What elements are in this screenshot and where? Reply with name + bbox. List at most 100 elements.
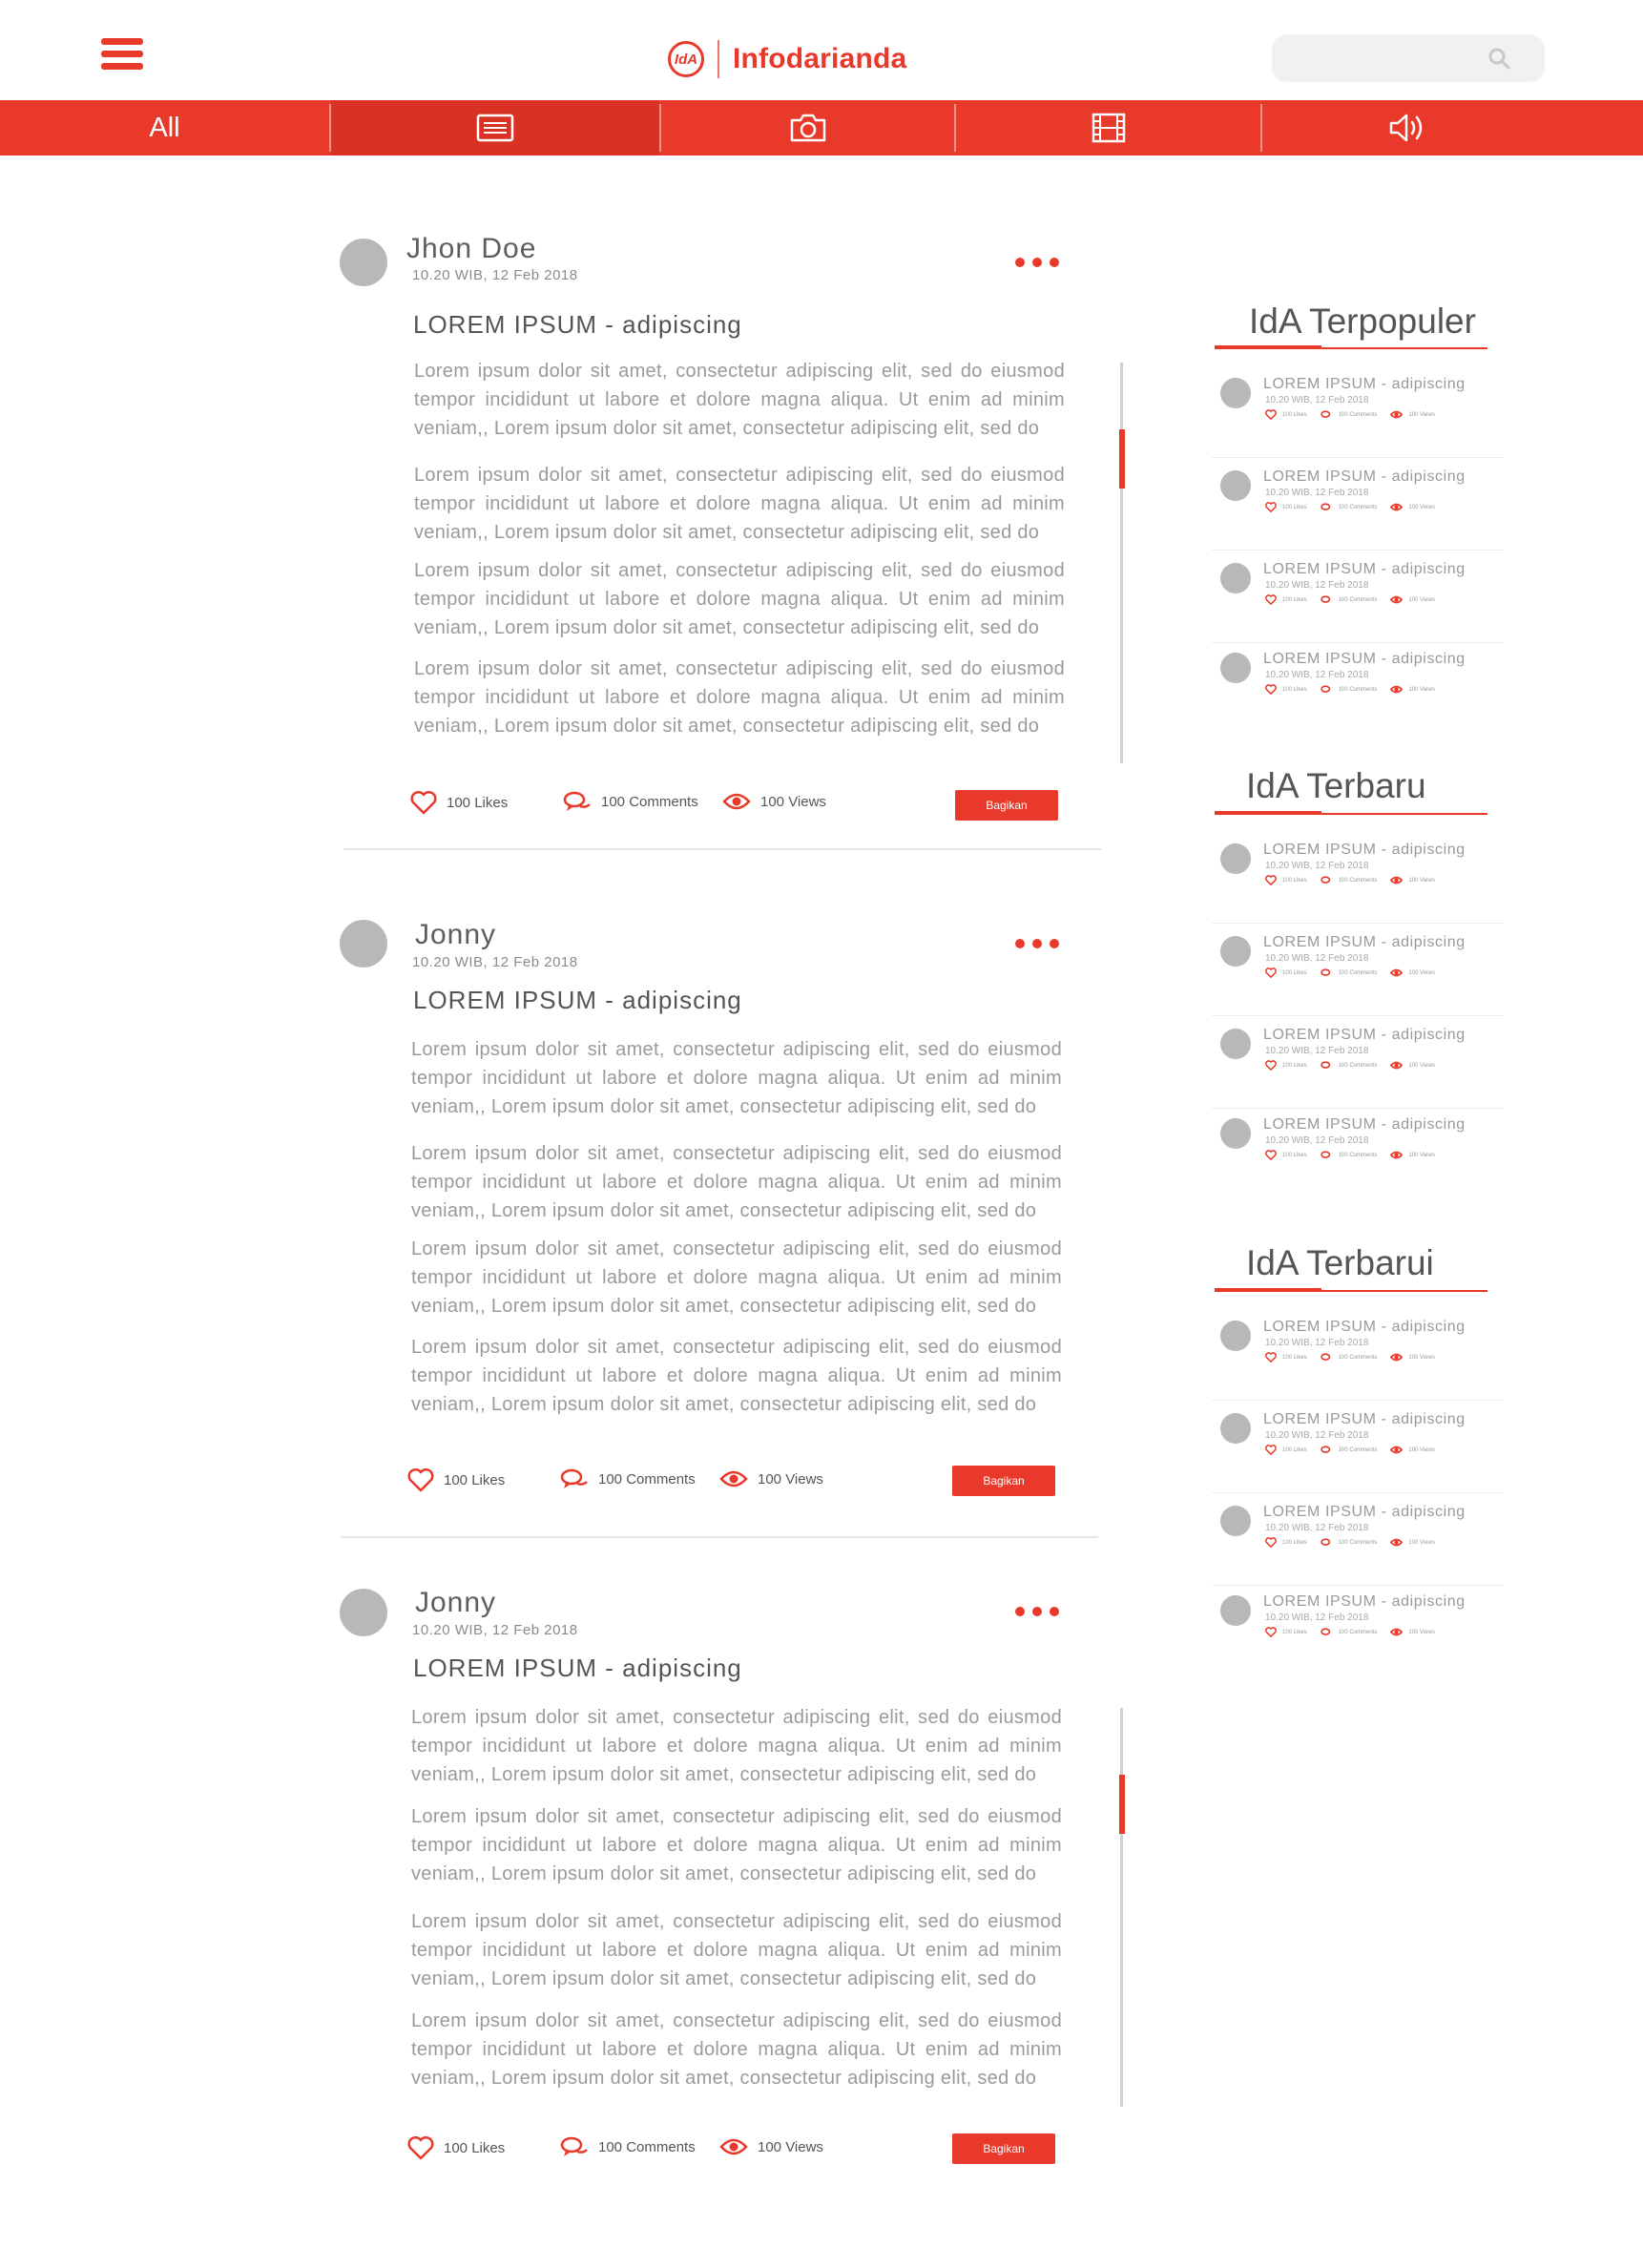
sidebar-item-title: LOREM IPSUM - adipiscing	[1263, 1319, 1466, 1335]
sidebar-item-title: LOREM IPSUM - adipiscing	[1263, 561, 1466, 577]
post-paragraph: Lorem ipsum dolor sit amet, consectetur …	[414, 361, 1065, 439]
comments-stat[interactable]: 100 Comments	[560, 2135, 696, 2158]
heading-underline-accent	[1215, 1288, 1321, 1292]
post-title[interactable]: LOREM IPSUM - adipiscing	[413, 1654, 742, 1683]
sidebar-item-time: 10.20 WIB, 12 Feb 2018	[1265, 488, 1369, 498]
tab-all[interactable]: All	[0, 100, 329, 156]
avatar[interactable]	[340, 1589, 387, 1636]
post-author[interactable]: Jonny	[415, 1587, 496, 1619]
comments-stat[interactable]: 100 Comments	[563, 790, 698, 813]
sidebar-item[interactable]: LOREM IPSUM - adipiscing 10.20 WIB, 12 F…	[1212, 551, 1504, 643]
avatar	[1220, 470, 1251, 501]
sidebar-item-divider	[1212, 550, 1504, 551]
avatar[interactable]	[340, 920, 387, 968]
post-paragraph: Lorem ipsum dolor sit amet, consectetur …	[411, 1806, 1062, 1884]
post-time: 10.20 WIB, 12 Feb 2018	[412, 954, 578, 970]
comment-icon	[1320, 1150, 1330, 1158]
search-input[interactable]	[1272, 34, 1545, 82]
sidebar-item[interactable]: LOREM IPSUM - adipiscing 10.20 WIB, 12 F…	[1212, 925, 1504, 1016]
likes-stat[interactable]: 100 Likes	[410, 790, 508, 815]
sidebar-item-time: 10.20 WIB, 12 Feb 2018	[1265, 1430, 1369, 1441]
avatar	[1220, 1118, 1251, 1149]
sidebar-likes: 100 Likes	[1282, 1629, 1307, 1635]
sidebar-likes: 100 Likes	[1282, 1062, 1307, 1069]
scrollbar-track[interactable]	[1120, 363, 1123, 763]
sidebar-item[interactable]: LOREM IPSUM - adipiscing 10.20 WIB, 12 F…	[1212, 1584, 1504, 1675]
likes-stat[interactable]: 100 Likes	[407, 1467, 505, 1492]
search-icon[interactable]	[1487, 47, 1510, 70]
heart-icon	[1265, 1627, 1277, 1637]
sidebar-item-title: LOREM IPSUM - adipiscing	[1263, 376, 1466, 392]
eye-icon	[1390, 1353, 1404, 1362]
avatar[interactable]	[340, 239, 387, 286]
tab-videos[interactable]	[956, 100, 1260, 156]
more-options-icon[interactable]	[1015, 939, 1059, 948]
sidebar-item[interactable]: LOREM IPSUM - adipiscing 10.20 WIB, 12 F…	[1212, 1402, 1504, 1493]
post-paragraph: Lorem ipsum dolor sit amet, consectetur …	[411, 1143, 1062, 1221]
post-author[interactable]: Jhon Doe	[406, 233, 536, 265]
more-options-icon[interactable]	[1015, 1607, 1059, 1616]
sidebar-likes: 100 Likes	[1282, 877, 1307, 884]
sidebar-likes: 100 Likes	[1282, 596, 1307, 603]
sidebar-item-time: 10.20 WIB, 12 Feb 2018	[1265, 580, 1369, 591]
comments-count: 100 Comments	[598, 1470, 696, 1488]
tab-photos[interactable]	[661, 100, 954, 156]
comment-icon	[560, 2136, 588, 2156]
comment-icon	[563, 791, 591, 811]
post-author[interactable]: Jonny	[415, 919, 496, 951]
sidebar-item-title: LOREM IPSUM - adipiscing	[1263, 468, 1466, 485]
scrollbar-track[interactable]	[1120, 1708, 1123, 2107]
post-title[interactable]: LOREM IPSUM - adipiscing	[413, 310, 742, 340]
sidebar-item[interactable]: LOREM IPSUM - adipiscing 10.20 WIB, 12 F…	[1212, 1107, 1504, 1198]
menu-icon[interactable]	[101, 38, 143, 71]
sidebar-item[interactable]: LOREM IPSUM - adipiscing 10.20 WIB, 12 F…	[1212, 1494, 1504, 1586]
scrollbar-thumb[interactable]	[1119, 1775, 1125, 1834]
sidebar-item[interactable]: LOREM IPSUM - adipiscing 10.20 WIB, 12 F…	[1212, 1017, 1504, 1109]
sidebar-views: 100 Views	[1408, 1446, 1435, 1453]
views-count: 100 Views	[760, 793, 826, 810]
more-options-icon[interactable]	[1015, 258, 1059, 267]
share-button[interactable]: Bagikan	[955, 790, 1058, 821]
sidebar-item-title: LOREM IPSUM - adipiscing	[1263, 842, 1466, 858]
comment-icon	[1320, 502, 1330, 510]
views-count: 100 Views	[758, 2138, 823, 2155]
comments-count: 100 Comments	[598, 2138, 696, 2155]
likes-stat[interactable]: 100 Likes	[407, 2135, 505, 2160]
sidebar-comments: 100 Comments	[1338, 411, 1378, 418]
likes-count: 100 Likes	[444, 1471, 506, 1488]
sidebar-item[interactable]: LOREM IPSUM - adipiscing 10.20 WIB, 12 F…	[1212, 1309, 1504, 1401]
sidebar-item-time: 10.20 WIB, 12 Feb 2018	[1265, 1523, 1369, 1533]
tab-audio[interactable]	[1262, 100, 1551, 156]
comment-icon	[1320, 594, 1330, 603]
eye-icon	[722, 793, 751, 810]
comment-icon	[1320, 1060, 1330, 1069]
post-divider	[343, 848, 1101, 850]
comments-stat[interactable]: 100 Comments	[560, 1467, 696, 1490]
avatar	[1220, 1321, 1251, 1351]
post-time: 10.20 WIB, 12 Feb 2018	[412, 267, 578, 283]
post-divider	[341, 1536, 1098, 1538]
sidebar-item[interactable]: LOREM IPSUM - adipiscing 10.20 WIB, 12 F…	[1212, 459, 1504, 551]
post-title[interactable]: LOREM IPSUM - adipiscing	[413, 986, 742, 1015]
sidebar-item-time: 10.20 WIB, 12 Feb 2018	[1265, 1046, 1369, 1056]
sidebar-views: 100 Views	[1408, 1062, 1435, 1069]
tab-articles[interactable]	[331, 100, 659, 156]
sidebar-comments: 100 Comments	[1338, 504, 1378, 510]
sidebar-item-time: 10.20 WIB, 12 Feb 2018	[1265, 395, 1369, 406]
sidebar-item[interactable]: LOREM IPSUM - adipiscing 10.20 WIB, 12 F…	[1212, 832, 1504, 924]
sidebar-item[interactable]: LOREM IPSUM - adipiscing 10.20 WIB, 12 F…	[1212, 366, 1504, 458]
sidebar-item-divider	[1212, 923, 1504, 924]
share-button[interactable]: Bagikan	[952, 1466, 1055, 1496]
heading-underline-accent	[1215, 345, 1321, 349]
views-stat: 100 Views	[719, 2137, 823, 2156]
sidebar-item[interactable]: LOREM IPSUM - adipiscing 10.20 WIB, 12 F…	[1212, 641, 1504, 733]
heart-icon	[1265, 1445, 1277, 1455]
share-button[interactable]: Bagikan	[952, 2133, 1055, 2164]
sidebar-comments: 100 Comments	[1338, 686, 1378, 693]
likes-count: 100 Likes	[447, 794, 509, 811]
avatar	[1220, 563, 1251, 593]
scrollbar-thumb[interactable]	[1119, 429, 1125, 489]
eye-icon	[1390, 1538, 1404, 1547]
brand-logo[interactable]: IdA Infodarianda	[668, 36, 906, 82]
sidebar-comments: 100 Comments	[1338, 877, 1378, 884]
